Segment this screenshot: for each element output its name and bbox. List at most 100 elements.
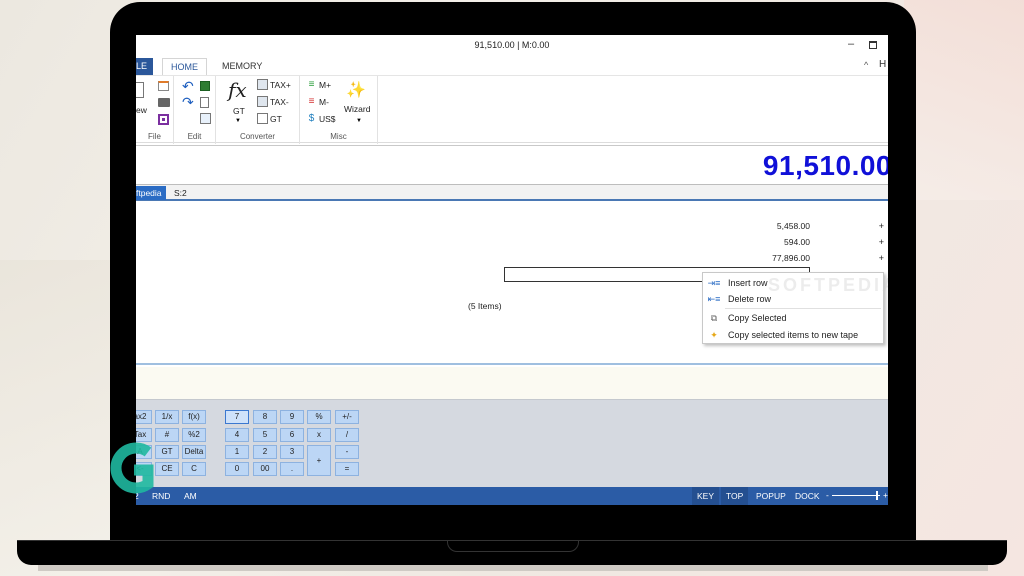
- tax-table-icon: [257, 96, 268, 107]
- zoom-in-button[interactable]: +: [883, 490, 888, 500]
- menu-item-copy-to-new-tape[interactable]: ✦ Copy selected items to new tape: [703, 327, 883, 343]
- menu-item-label: Insert row: [728, 278, 768, 288]
- insert-row-icon: ⇥≡: [707, 278, 721, 288]
- tape-operator: +: [878, 253, 884, 263]
- tape-value: 594.00: [784, 237, 810, 247]
- open-icon[interactable]: [158, 81, 169, 91]
- new-label: ew: [136, 105, 147, 115]
- key-button[interactable]: 1/x: [155, 410, 179, 424]
- wizard-button[interactable]: Wizard: [344, 104, 370, 114]
- tape-tab-s2[interactable]: S:2: [170, 186, 191, 200]
- dock-button[interactable]: DOCK: [790, 487, 825, 505]
- grand-total-icon: [257, 113, 268, 124]
- tape-operator: +: [878, 237, 884, 247]
- key-button[interactable]: 9: [280, 410, 304, 424]
- watermark: SOFTPEDIA: [768, 275, 888, 295]
- key-button[interactable]: %2: [182, 428, 206, 442]
- notes-area[interactable]: [136, 367, 888, 399]
- tape-tab-active[interactable]: ftpedia: [136, 186, 166, 200]
- laptop-shadow: [38, 565, 988, 571]
- key-button[interactable]: f(x): [182, 410, 206, 424]
- key-button[interactable]: 5: [253, 428, 277, 442]
- key-button[interactable]: x: [307, 428, 331, 442]
- print-icon[interactable]: [158, 98, 170, 107]
- key-button[interactable]: .: [280, 462, 304, 476]
- key-button[interactable]: %: [307, 410, 331, 424]
- tape-row[interactable]: 594.00 +: [136, 237, 888, 251]
- tax-plus-button[interactable]: TAX+: [257, 79, 291, 90]
- tape-row[interactable]: 77,896.00 +: [136, 253, 888, 267]
- tape-row[interactable]: 5,458.00 +: [136, 221, 888, 235]
- status-am[interactable]: AM: [184, 491, 197, 501]
- zoom-slider[interactable]: [832, 495, 880, 496]
- tax-table-icon: [257, 79, 268, 90]
- redo-icon[interactable]: ↷: [182, 94, 194, 111]
- result-display: 91,510.00: [136, 145, 888, 185]
- collapse-ribbon-icon[interactable]: ^: [864, 60, 868, 70]
- key-button[interactable]: =: [335, 462, 359, 476]
- new-document-icon: [136, 82, 144, 98]
- top-button[interactable]: TOP: [721, 487, 749, 505]
- minimize-button[interactable]: –: [848, 38, 854, 50]
- ribbon-tabs: LE HOME MEMORY ^ H: [136, 57, 888, 75]
- group-label-file: File: [148, 132, 161, 141]
- display-value: 91,510.00: [762, 150, 888, 181]
- key-button[interactable]: +/-: [335, 410, 359, 424]
- gt-small-label: GT: [270, 113, 282, 124]
- memory-plus-button[interactable]: ≡ M+: [306, 79, 331, 90]
- key-button[interactable]: 3: [280, 445, 304, 459]
- key-button[interactable]: ax2: [136, 410, 152, 424]
- export-image-icon[interactable]: [200, 113, 211, 124]
- key-button[interactable]: 0: [225, 462, 249, 476]
- key-button[interactable]: Delta: [182, 445, 206, 459]
- key-button[interactable]: KEY: [692, 487, 720, 505]
- new-button[interactable]: ew: [136, 105, 147, 115]
- wizard-icon[interactable]: ✨: [346, 80, 366, 100]
- key-button[interactable]: -: [335, 445, 359, 459]
- key-button[interactable]: 7: [225, 410, 249, 424]
- undo-icon[interactable]: ↶: [182, 78, 194, 95]
- key-button[interactable]: 1: [225, 445, 249, 459]
- function-icon[interactable]: fx: [228, 78, 247, 102]
- help-button[interactable]: H: [879, 59, 886, 70]
- ribbon-group-converter: fx GT ▼ TAX+ TAX- GT Converter: [216, 76, 300, 144]
- key-button[interactable]: +: [307, 445, 331, 476]
- tab-home[interactable]: HOME: [162, 58, 207, 75]
- tab-file[interactable]: LE: [136, 58, 154, 75]
- key-button[interactable]: 2: [253, 445, 277, 459]
- keypad: ax21/xf(x)Tax#%2AGTDelta<-CEC789%+/-456x…: [136, 399, 888, 487]
- popup-button[interactable]: POPUP: [751, 487, 791, 505]
- memory-minus-button[interactable]: ≡ M-: [306, 96, 329, 107]
- key-button[interactable]: 6: [280, 428, 304, 442]
- ribbon-group-misc: ≡ M+ ≡ M- $ US$ ✨ Wizard ▼ Misc: [300, 76, 378, 144]
- memory-minus-icon: ≡: [308, 96, 315, 107]
- ribbon: ew File ↶ ↷ Edit fx GT ▼ TAX+ TAX- GT Co…: [136, 75, 888, 144]
- copy-icon: ⧉: [710, 313, 718, 323]
- background-shape: [904, 0, 1024, 200]
- tape-tabs: ftpedia S:2: [136, 185, 888, 201]
- gt-dropdown-button[interactable]: GT: [233, 106, 245, 116]
- key-button[interactable]: 00: [253, 462, 277, 476]
- delete-row-icon: ⇤≡: [707, 294, 721, 304]
- zoom-out-button[interactable]: -: [826, 490, 829, 500]
- gt-small-button[interactable]: GT: [257, 113, 282, 124]
- export-excel-icon[interactable]: [200, 81, 210, 91]
- key-button[interactable]: C: [182, 462, 206, 476]
- export-document-icon[interactable]: [200, 97, 209, 108]
- maximize-button[interactable]: [869, 41, 877, 49]
- menu-separator: [725, 308, 881, 309]
- logo-icon: [110, 442, 154, 494]
- key-button[interactable]: /: [335, 428, 359, 442]
- laptop-notch: [447, 540, 579, 552]
- tape-value: 77,896.00: [772, 253, 810, 263]
- tax-minus-button[interactable]: TAX-: [257, 96, 289, 107]
- menu-item-label: Delete row: [728, 294, 772, 304]
- zoom-slider-thumb[interactable]: [876, 491, 878, 500]
- tab-memory[interactable]: MEMORY: [214, 58, 270, 75]
- menu-item-label: Copy Selected: [728, 313, 787, 323]
- menu-item-copy-selected[interactable]: ⧉ Copy Selected: [703, 310, 883, 326]
- key-button[interactable]: 4: [225, 428, 249, 442]
- save-icon[interactable]: [158, 114, 169, 125]
- key-button[interactable]: 8: [253, 410, 277, 424]
- currency-button[interactable]: $ US$: [306, 113, 336, 124]
